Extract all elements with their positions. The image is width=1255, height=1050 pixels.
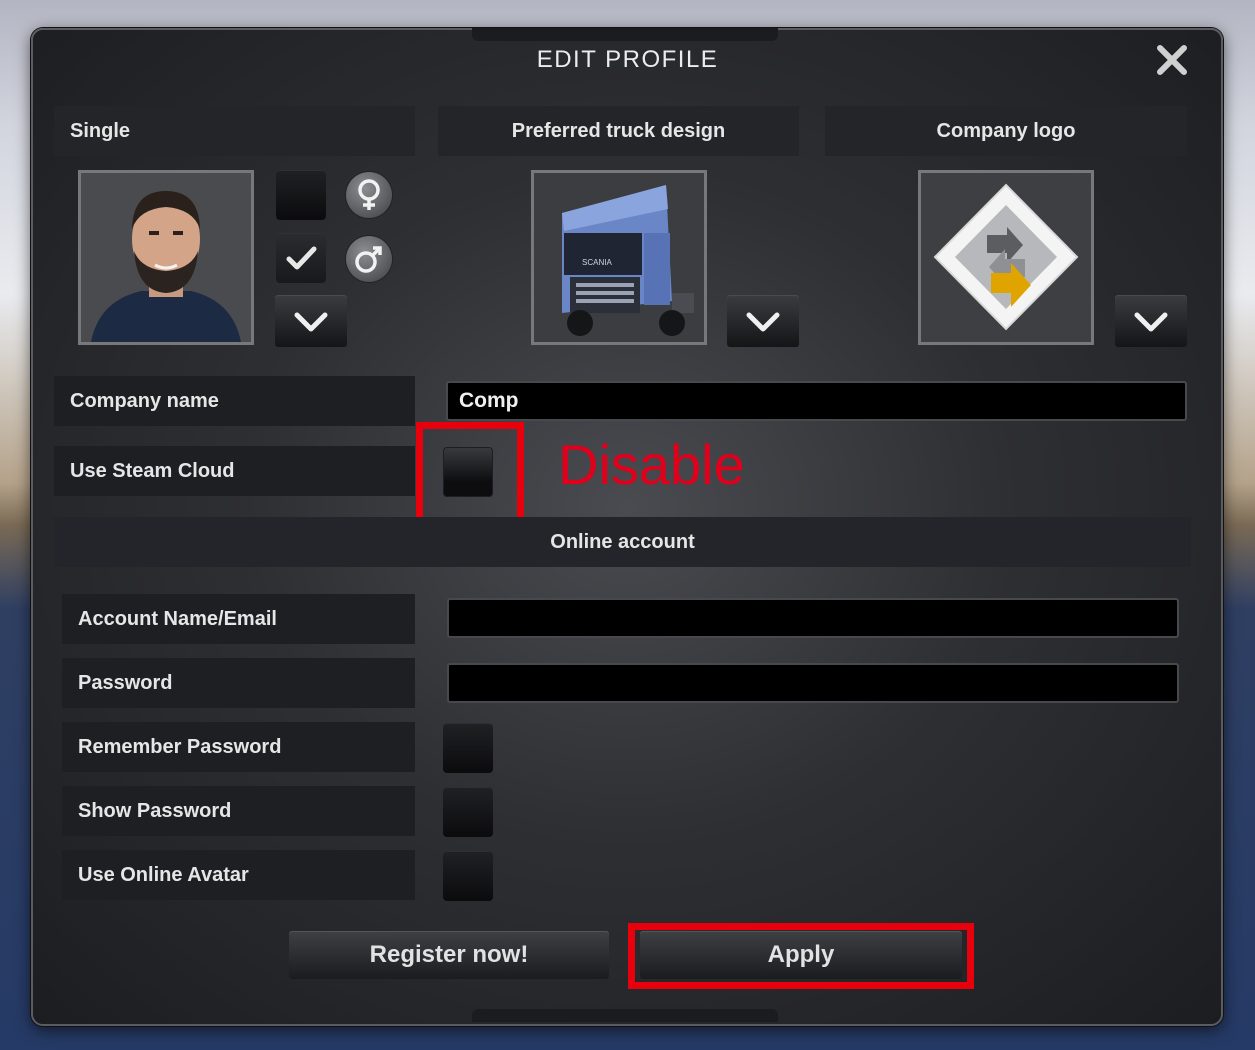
logo-dropdown-button[interactable] [1115,295,1187,347]
truck-design-header: Preferred truck design [438,106,799,156]
avatar-dropdown-button[interactable] [275,295,347,347]
use-online-avatar-checkbox[interactable] [443,851,493,901]
show-password-checkbox[interactable] [443,787,493,837]
password-input[interactable] [447,663,1179,703]
online-account-header: Online account [54,517,1191,567]
close-icon[interactable] [1152,40,1192,80]
show-password-label: Show Password [62,786,415,836]
female-symbol-icon [346,172,392,218]
steam-cloud-highlight-box [416,422,524,525]
company-logo-image[interactable] [918,170,1094,345]
use-online-avatar-label: Use Online Avatar [62,850,415,900]
steam-cloud-label: Use Steam Cloud [54,446,415,496]
register-now-button[interactable]: Register now! [289,931,609,979]
profile-mode-header: Single [54,106,415,156]
dialog-top-tab [472,28,778,41]
male-symbol-icon [346,236,392,282]
svg-text:SCANIA: SCANIA [582,258,612,267]
avatar[interactable] [78,170,254,345]
female-checkbox[interactable] [276,170,326,220]
truck-dropdown-button[interactable] [727,295,799,347]
account-name-input[interactable] [447,598,1179,638]
remember-password-label: Remember Password [62,722,415,772]
truck-image[interactable]: SCANIA [531,170,707,345]
apply-highlight-box [628,923,974,989]
company-logo-header: Company logo [825,106,1187,156]
password-label: Password [62,658,415,708]
disable-annotation: Disable [558,433,745,496]
company-name-input[interactable]: Comp [446,381,1187,421]
male-checkbox[interactable] [276,233,326,283]
dialog-bottom-tab [472,1009,778,1022]
dialog-title: EDIT PROFILE [536,46,719,73]
company-name-label: Company name [54,376,415,426]
account-name-label: Account Name/Email [62,594,415,644]
remember-password-checkbox[interactable] [443,723,493,773]
